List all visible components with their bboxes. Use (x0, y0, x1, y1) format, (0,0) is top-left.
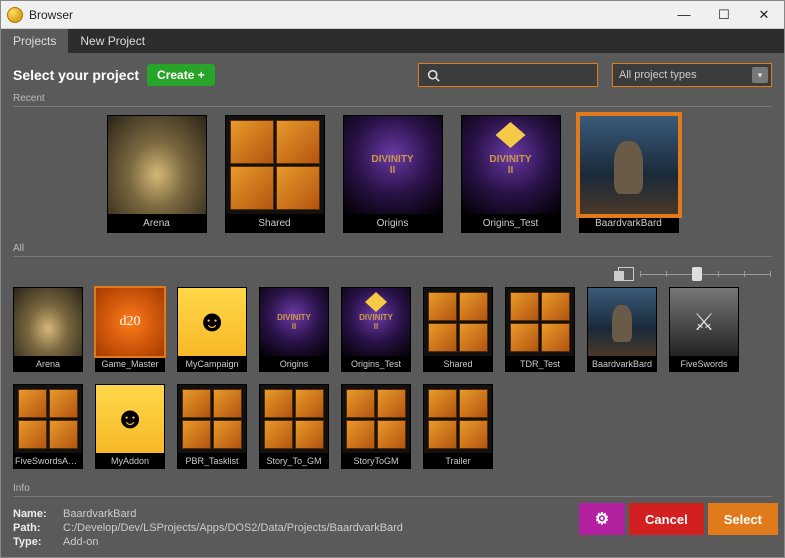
project-label: Shared (423, 357, 493, 372)
project-label: FiveSwords (669, 357, 739, 372)
project-label: Origins_Test (461, 215, 561, 233)
project-thumbnail: DIVINITYII (259, 287, 329, 357)
project-label: Arena (107, 215, 207, 233)
project-thumbnail (107, 115, 207, 215)
project-tile[interactable]: ☻MyCampaign (177, 287, 247, 372)
settings-button[interactable]: ⚙ (579, 503, 625, 535)
project-label: Origins (259, 357, 329, 372)
project-tile[interactable]: d20Game_Master (95, 287, 165, 372)
project-label: StoryToGM (341, 454, 411, 469)
gear-icon: ⚙ (595, 509, 609, 529)
project-thumbnail (423, 287, 493, 357)
project-tile[interactable]: Shared (225, 115, 325, 233)
project-label: BaardvarkBard (587, 357, 657, 372)
project-label: MyAddon (95, 454, 165, 469)
project-tile[interactable]: ☻MyAddon (95, 384, 165, 469)
project-label: Origins_Test (341, 357, 411, 372)
recent-label: Recent (1, 91, 784, 106)
project-browser-window: Browser — ☐ ✕ Projects New Project Selec… (0, 0, 785, 558)
project-label: FiveSwordsAndOneRing (13, 454, 83, 469)
project-tile[interactable]: TDR_Test (505, 287, 575, 372)
project-label: TDR_Test (505, 357, 575, 372)
tab-new-project[interactable]: New Project (68, 29, 157, 53)
recent-tiles: ArenaSharedDIVINITYIIOriginsDIVINITYIIOr… (1, 113, 784, 241)
project-tile[interactable]: DIVINITYIIOrigins (343, 115, 443, 233)
project-label: Game_Master (95, 357, 165, 372)
search-icon (419, 64, 447, 86)
project-tile[interactable]: FiveSwordsAndOneRing (13, 384, 83, 469)
project-tile[interactable]: PBR_Tasklist (177, 384, 247, 469)
window-title: Browser (29, 8, 664, 22)
search-input[interactable] (447, 64, 597, 86)
project-thumbnail: ☻ (177, 287, 247, 357)
close-button[interactable]: ✕ (744, 1, 784, 29)
project-label: Shared (225, 215, 325, 233)
project-thumbnail (587, 287, 657, 357)
info-label: Info (1, 481, 784, 496)
project-thumbnail (423, 384, 493, 454)
project-tile[interactable]: Shared (423, 287, 493, 372)
project-thumbnail (225, 115, 325, 215)
maximize-button[interactable]: ☐ (704, 1, 744, 29)
project-thumbnail (13, 287, 83, 357)
project-thumbnail: DIVINITYII (341, 287, 411, 357)
project-label: BaardvarkBard (579, 215, 679, 233)
project-thumbnail (341, 384, 411, 454)
project-label: MyCampaign (177, 357, 247, 372)
create-button[interactable]: Create + (147, 64, 215, 86)
cancel-button[interactable]: Cancel (629, 503, 704, 535)
project-tile[interactable]: DIVINITYIIOrigins_Test (341, 287, 411, 372)
project-tile[interactable]: DIVINITYIIOrigins_Test (461, 115, 561, 233)
project-thumbnail: ☻ (95, 384, 165, 454)
all-tiles: Arenad20Game_Master☻MyCampaignDIVINITYII… (1, 285, 784, 477)
project-thumbnail: ⚔ (669, 287, 739, 357)
project-thumbnail (505, 287, 575, 357)
menubar: Projects New Project (1, 29, 784, 53)
titlebar: Browser — ☐ ✕ (1, 1, 784, 29)
project-tile[interactable]: StoryToGM (341, 384, 411, 469)
app-icon (7, 7, 23, 23)
project-tile[interactable]: Arena (13, 287, 83, 372)
project-label: Trailer (423, 454, 493, 469)
project-thumbnail: DIVINITYII (343, 115, 443, 215)
project-thumbnail: DIVINITYII (461, 115, 561, 215)
page-title: Select your project (13, 67, 139, 83)
project-type-filter[interactable]: All project types ▾ (612, 63, 772, 87)
chevron-down-icon: ▾ (752, 67, 768, 83)
project-thumbnail (259, 384, 329, 454)
project-label: Arena (13, 357, 83, 372)
minimize-button[interactable]: — (664, 1, 704, 29)
project-thumbnail (579, 115, 679, 215)
thumbnail-size-icon (618, 267, 634, 281)
project-tile[interactable]: Story_To_GM (259, 384, 329, 469)
type-filter-value: All project types (619, 69, 697, 81)
project-thumbnail (13, 384, 83, 454)
project-tile[interactable]: DIVINITYIIOrigins (259, 287, 329, 372)
project-label: Story_To_GM (259, 454, 329, 469)
project-tile[interactable]: Trailer (423, 384, 493, 469)
project-thumbnail (177, 384, 247, 454)
project-tile[interactable]: Arena (107, 115, 207, 233)
project-tile[interactable]: ⚔FiveSwords (669, 287, 739, 372)
all-label: All (1, 241, 784, 256)
project-label: PBR_Tasklist (177, 454, 247, 469)
search-box[interactable] (418, 63, 598, 87)
project-tile[interactable]: BaardvarkBard (587, 287, 657, 372)
project-tile[interactable]: BaardvarkBard (579, 115, 679, 233)
thumbnail-size-slider[interactable] (640, 269, 770, 279)
tab-projects[interactable]: Projects (1, 29, 68, 53)
select-button[interactable]: Select (708, 503, 778, 535)
project-thumbnail: d20 (95, 287, 165, 357)
project-label: Origins (343, 215, 443, 233)
